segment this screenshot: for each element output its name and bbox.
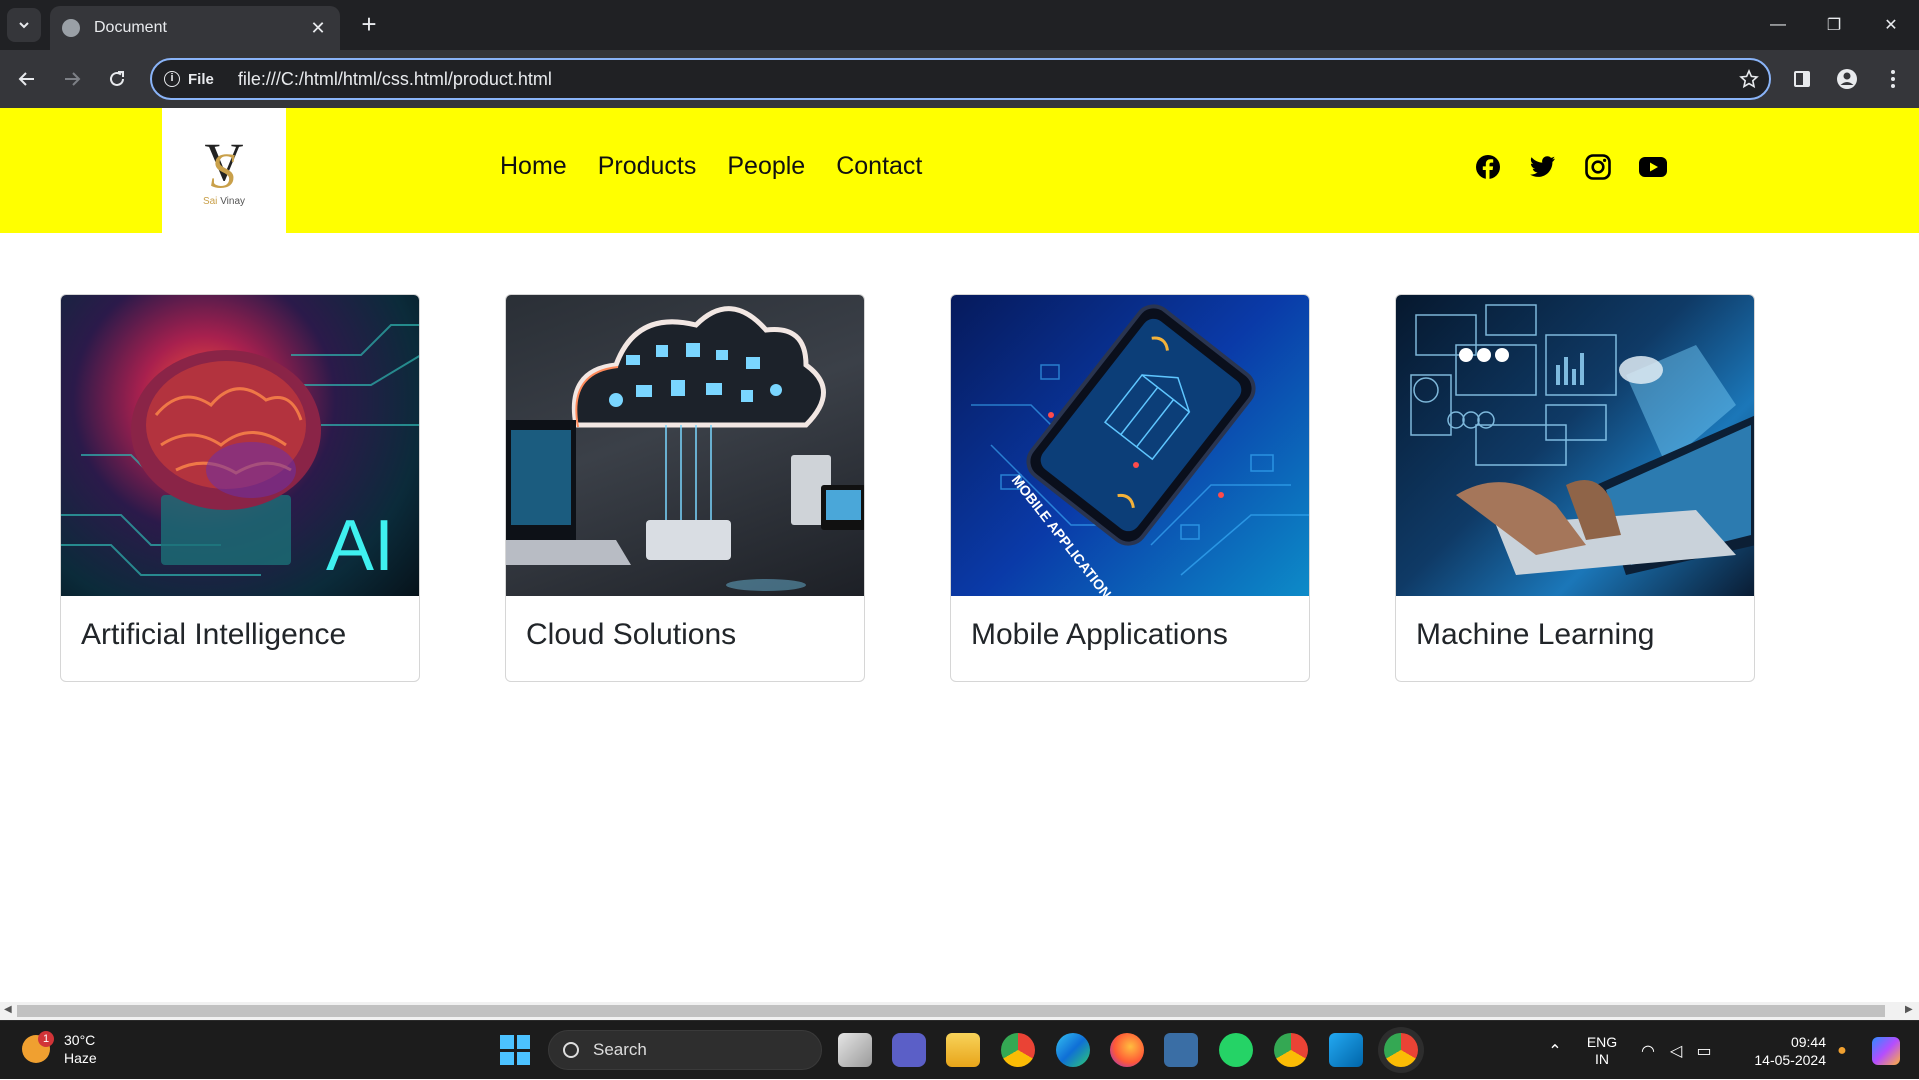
ai-image-text: AI xyxy=(326,506,394,586)
copilot-icon[interactable] xyxy=(1866,1021,1906,1080)
wifi-icon[interactable]: ◠ xyxy=(1636,1021,1660,1080)
card-mobile-applications[interactable]: MOBILE APPLICATION Mobile Applications xyxy=(950,294,1310,682)
virtualbox-icon[interactable] xyxy=(1164,1033,1198,1067)
scrollbar-thumb[interactable] xyxy=(17,1005,1885,1017)
facebook-icon[interactable] xyxy=(1473,152,1503,182)
start-button[interactable] xyxy=(500,1035,530,1065)
search-icon xyxy=(563,1042,579,1058)
back-button[interactable] xyxy=(9,61,45,97)
language-indicator[interactable]: ENG IN xyxy=(1580,1021,1624,1080)
weather-haze-icon: 1 xyxy=(22,1031,54,1063)
arrow-left-icon xyxy=(18,72,34,86)
card-image-ml xyxy=(1396,295,1754,596)
reload-button[interactable] xyxy=(99,61,135,97)
social-links xyxy=(1473,152,1693,182)
card-cloud-solutions[interactable]: Cloud Solutions xyxy=(505,294,865,682)
task-view-icon[interactable] xyxy=(838,1033,872,1067)
battery-icon[interactable]: ▭ xyxy=(1692,1021,1716,1080)
edge-icon[interactable] xyxy=(1056,1033,1090,1067)
windows-logo-icon xyxy=(500,1035,514,1049)
lang-top: ENG xyxy=(1586,1033,1618,1050)
browser-toolbar: i File file:///C:/html/html/css.html/pro… xyxy=(0,50,1919,108)
logo-monogram: V S xyxy=(204,132,244,198)
site-info-chip[interactable]: i File xyxy=(164,71,214,88)
teams-meet-icon[interactable] xyxy=(892,1033,926,1067)
youtube-icon[interactable] xyxy=(1638,152,1668,182)
globe-icon xyxy=(62,19,80,37)
scroll-left-arrow-icon[interactable]: ◀ xyxy=(4,1004,12,1015)
vscode-icon[interactable] xyxy=(1329,1033,1363,1067)
nav-contact[interactable]: Contact xyxy=(836,152,922,181)
chevron-down-icon xyxy=(19,22,29,29)
tray-overflow-chevron-icon[interactable]: ⌃ xyxy=(1540,1021,1570,1080)
kebab-menu-icon xyxy=(1891,70,1895,88)
whatsapp-icon[interactable] xyxy=(1219,1033,1253,1067)
card-artificial-intelligence[interactable]: AI Artificial Intelligence xyxy=(60,294,420,682)
main-nav: Home Products People Contact xyxy=(500,152,953,181)
weather-badge: 1 xyxy=(38,1031,54,1047)
card-title: Machine Learning xyxy=(1416,618,1655,651)
site-header: V S Sai Vinay Home Products People Conta… xyxy=(0,108,1919,233)
product-cards: AI Artificial Intelligence Cloud Solutio… xyxy=(60,294,1840,682)
notification-bell-icon[interactable]: ● xyxy=(1830,1021,1854,1080)
twitter-icon[interactable] xyxy=(1528,152,1558,182)
chrome-profile-icon[interactable] xyxy=(1274,1033,1308,1067)
clock-time: 09:44 xyxy=(1790,1033,1826,1050)
url-text[interactable]: file:///C:/html/html/css.html/product.ht… xyxy=(238,69,1729,90)
profile-icon xyxy=(1837,69,1857,89)
side-panel-button[interactable] xyxy=(1784,61,1820,97)
card-title: Cloud Solutions xyxy=(526,618,737,651)
nav-products[interactable]: Products xyxy=(598,152,697,181)
lang-bottom: IN xyxy=(1595,1050,1609,1067)
nav-people[interactable]: People xyxy=(727,152,805,181)
file-explorer-icon[interactable] xyxy=(946,1033,980,1067)
windows-logo-icon xyxy=(516,1035,530,1049)
window-close-button[interactable]: ✕ xyxy=(1863,0,1919,50)
reload-icon xyxy=(110,71,124,86)
card-machine-learning[interactable]: Machine Learning xyxy=(1395,294,1755,682)
nav-home[interactable]: Home xyxy=(500,152,567,181)
windows-logo-icon xyxy=(516,1051,530,1065)
browser-tab-active[interactable]: Document ✕ xyxy=(50,6,340,50)
browser-menu-button[interactable] xyxy=(1875,61,1911,97)
profile-button[interactable] xyxy=(1829,61,1865,97)
tab-search-button[interactable] xyxy=(7,8,41,42)
taskbar-search[interactable]: Search xyxy=(548,1030,822,1070)
browser-tab-strip: Document ✕ + — ❐ ✕ xyxy=(0,0,1919,50)
card-title: Artificial Intelligence xyxy=(81,618,347,651)
tab-title: Document xyxy=(94,19,167,36)
instagram-icon[interactable] xyxy=(1583,152,1613,182)
chrome-icon[interactable] xyxy=(1001,1033,1035,1067)
weather-desc: Haze xyxy=(64,1050,97,1066)
windows-taskbar: 1 30°C Haze Search ⌃ ENG IN ◠ ◁ ▭ 09:44 … xyxy=(0,1020,1919,1079)
new-tab-button[interactable]: + xyxy=(352,8,386,42)
window-minimize-button[interactable]: — xyxy=(1750,0,1806,50)
scroll-right-arrow-icon[interactable]: ▶ xyxy=(1905,1004,1913,1015)
card-title: Mobile Applications xyxy=(971,618,1228,651)
weather-temp: 30°C xyxy=(64,1032,96,1048)
address-bar[interactable]: i File file:///C:/html/html/css.html/pro… xyxy=(150,58,1771,100)
arrow-right-icon xyxy=(65,72,81,86)
card-image-ai: AI xyxy=(61,295,419,596)
tab-close-icon[interactable]: ✕ xyxy=(308,18,328,39)
window-restore-button[interactable]: ❐ xyxy=(1806,0,1862,50)
site-logo[interactable]: V S Sai Vinay xyxy=(162,108,286,233)
side-panel-icon xyxy=(1794,71,1810,87)
card-image-mobile: MOBILE APPLICATION xyxy=(951,295,1309,596)
clock-date: 14-05-2024 xyxy=(1754,1051,1826,1068)
windows-logo-icon xyxy=(500,1051,514,1065)
info-icon: i xyxy=(164,71,180,87)
bookmark-star-icon[interactable] xyxy=(1729,69,1769,89)
weather-widget[interactable]: 1 30°C Haze xyxy=(22,1031,97,1067)
volume-muted-icon[interactable]: ◁ xyxy=(1664,1021,1688,1080)
chrome-active-icon[interactable] xyxy=(1384,1033,1418,1067)
firefox-icon[interactable] xyxy=(1110,1033,1144,1067)
forward-button[interactable] xyxy=(54,61,90,97)
taskbar-search-placeholder: Search xyxy=(593,1040,647,1059)
clock[interactable]: 09:44 14-05-2024 xyxy=(1730,1021,1826,1080)
card-image-cloud xyxy=(506,295,864,596)
origin-chip-label: File xyxy=(188,70,214,88)
horizontal-scrollbar[interactable]: ◀ ▶ xyxy=(0,1002,1919,1020)
